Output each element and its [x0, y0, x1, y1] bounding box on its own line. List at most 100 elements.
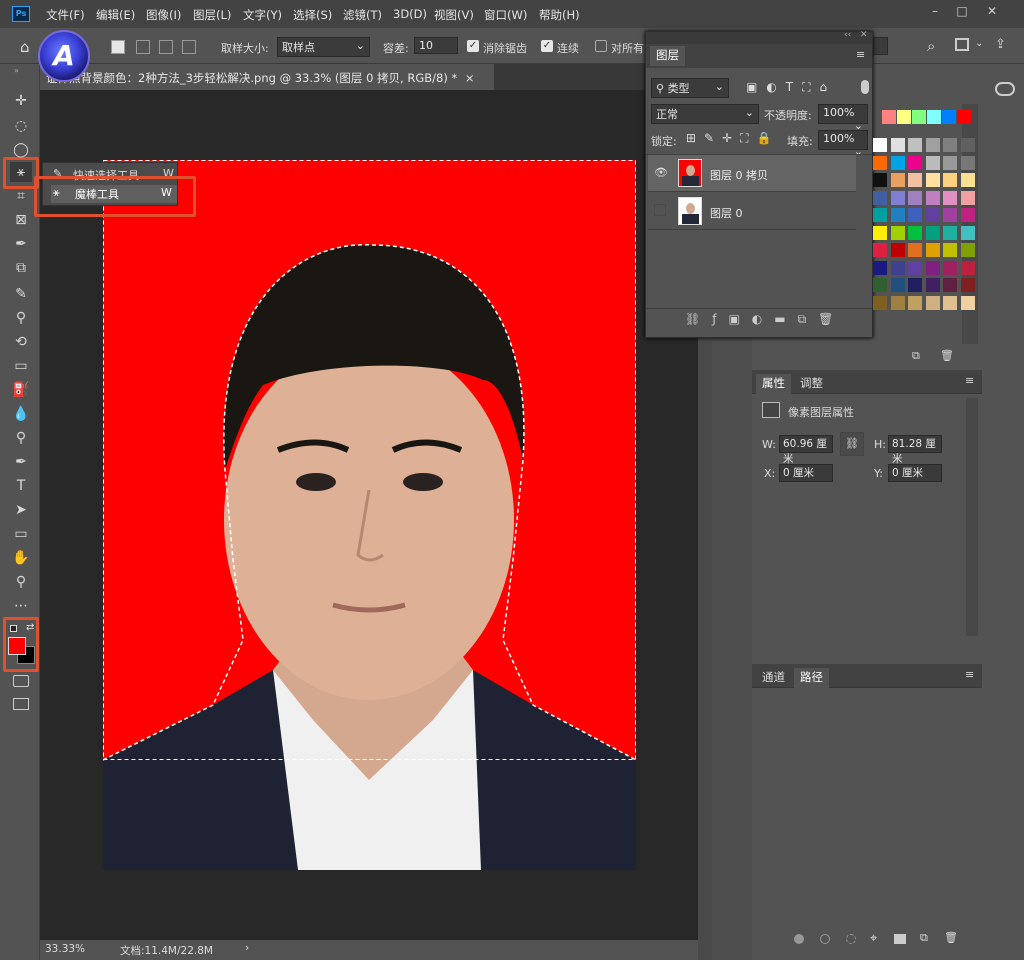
color-swatch[interactable]	[890, 138, 905, 152]
new-swatch-icon[interactable]: ⧉	[912, 349, 920, 363]
menu-item[interactable]: 选择(S)	[293, 7, 332, 23]
creative-cloud-icon[interactable]	[995, 82, 1015, 96]
load-selection-icon[interactable]	[846, 934, 856, 944]
color-swatch[interactable]	[957, 110, 971, 124]
screen-mode-icon[interactable]	[13, 698, 29, 710]
dodge-tool-icon[interactable]: ⚲	[10, 428, 32, 448]
color-swatch[interactable]	[960, 173, 975, 187]
stamp-tool-icon[interactable]: ⚲	[10, 308, 32, 328]
menu-item[interactable]: 编辑(E)	[96, 7, 135, 23]
color-swatch[interactable]	[908, 243, 922, 257]
layer-filter-select[interactable]: ⚲ 类型 ⌄	[651, 78, 729, 98]
anti-alias-checkbox[interactable]: ✓	[467, 40, 479, 52]
menu-item[interactable]: 3D(D)	[393, 7, 427, 21]
color-swatch[interactable]	[873, 243, 887, 257]
color-swatch[interactable]	[925, 278, 940, 292]
paint-bucket-icon[interactable]: ⛽	[10, 380, 32, 400]
minimize-button[interactable]: –	[925, 4, 945, 22]
color-swatch[interactable]	[960, 155, 975, 170]
blend-mode-select[interactable]: 正常 ⌄	[651, 104, 759, 124]
chevron-down-icon[interactable]: ⌄	[975, 38, 983, 49]
color-swatch[interactable]	[943, 138, 957, 152]
properties-scrollbar[interactable]	[966, 398, 978, 636]
frame-tool-icon[interactable]: ⊠	[10, 210, 32, 230]
swap-colors-icon[interactable]: ⇄	[26, 622, 34, 633]
color-swatch[interactable]	[943, 155, 957, 170]
color-swatch[interactable]	[873, 208, 887, 222]
filter-toggle[interactable]	[861, 80, 869, 94]
rectangle-tool-icon[interactable]: ▭	[10, 524, 32, 544]
add-selection-icon[interactable]	[136, 40, 150, 54]
panel-menu-icon[interactable]: ≡	[965, 668, 974, 681]
color-swatch[interactable]	[925, 243, 940, 257]
color-swatch[interactable]	[890, 225, 905, 240]
opacity-field[interactable]: 100% ⌄	[818, 104, 868, 132]
color-swatch[interactable]	[960, 208, 975, 222]
new-selection-icon[interactable]	[111, 40, 125, 54]
color-swatch[interactable]	[908, 173, 922, 187]
eraser-tool-icon[interactable]: ▭	[10, 356, 32, 376]
color-swatch[interactable]	[925, 190, 940, 205]
color-swatch[interactable]	[908, 295, 922, 310]
color-swatch[interactable]	[943, 278, 957, 292]
tolerance-input[interactable]: 10	[414, 37, 458, 54]
color-swatch[interactable]	[925, 225, 940, 240]
tab-layers[interactable]: 图层	[650, 46, 685, 66]
subtract-selection-icon[interactable]	[159, 40, 173, 54]
default-colors-icon[interactable]	[10, 625, 17, 632]
foreground-color[interactable]	[8, 637, 26, 655]
color-swatch[interactable]	[943, 190, 957, 205]
color-swatch[interactable]	[890, 173, 905, 187]
color-swatch[interactable]	[873, 295, 887, 310]
color-swatch[interactable]	[960, 225, 975, 240]
color-swatch[interactable]	[873, 173, 887, 187]
color-swatch[interactable]	[943, 173, 957, 187]
color-swatch[interactable]	[925, 155, 940, 170]
color-swatch[interactable]	[908, 138, 922, 152]
share-icon[interactable]: ⇪	[995, 37, 1006, 52]
color-swatch[interactable]	[960, 260, 975, 275]
hand-tool-icon[interactable]: ✋	[10, 548, 32, 568]
color-swatch[interactable]	[890, 278, 905, 292]
sample-size-select[interactable]: 取样点 ⌄	[277, 37, 370, 57]
menu-item[interactable]: 滤镜(T)	[343, 7, 382, 23]
tab-close-icon[interactable]: ×	[465, 71, 475, 85]
panel-menu-icon[interactable]: ≡	[856, 48, 865, 61]
tab-channels[interactable]: 通道	[756, 668, 791, 688]
link-icon[interactable]: ⛓	[840, 432, 864, 456]
color-swatch[interactable]	[912, 110, 926, 124]
layer-row[interactable]: 图层 0	[648, 193, 856, 230]
color-swatch[interactable]	[960, 295, 975, 310]
eyedropper-tool-icon[interactable]: ✒	[10, 234, 32, 254]
color-swatch[interactable]	[925, 208, 940, 222]
layers-panel-grip[interactable]: ‹‹ ✕	[646, 30, 872, 44]
menu-item[interactable]: 帮助(H)	[539, 7, 580, 23]
workspace-icon[interactable]	[955, 38, 969, 51]
color-swatch[interactable]	[960, 278, 975, 292]
tab-adjustments[interactable]: 调整	[794, 374, 829, 394]
color-swatch[interactable]	[925, 173, 940, 187]
zoom-level[interactable]: 33.33%	[45, 943, 85, 955]
fill-field[interactable]: 100% ⌄	[818, 130, 868, 158]
color-swatch[interactable]	[882, 110, 896, 124]
maximize-button[interactable]: □	[952, 4, 972, 22]
color-swatch[interactable]	[960, 138, 975, 152]
color-swatch[interactable]	[890, 190, 905, 205]
color-swatch[interactable]	[873, 260, 887, 275]
status-arrow-icon[interactable]: ›	[245, 942, 249, 954]
color-swatch[interactable]	[960, 243, 975, 257]
add-mask-icon[interactable]	[894, 934, 906, 944]
menu-item[interactable]: 视图(V)	[434, 7, 474, 23]
make-path-icon[interactable]: ⌖	[870, 931, 877, 946]
menu-item[interactable]: 图层(L)	[193, 7, 231, 23]
document-canvas[interactable]	[103, 160, 636, 870]
menu-item[interactable]: 文字(Y)	[243, 7, 282, 23]
menu-item[interactable]: 窗口(W)	[484, 7, 527, 23]
sample-all-checkbox[interactable]	[595, 40, 607, 52]
document-tab[interactable]: 证件照背景颜色：2种方法_3步轻松解决.png @ 33.3% (图层 0 拷贝…	[40, 64, 494, 90]
pen-tool-icon[interactable]: ✒	[10, 452, 32, 472]
fill-path-icon[interactable]	[794, 934, 804, 944]
tab-paths[interactable]: 路径	[794, 668, 829, 688]
color-swatch[interactable]	[873, 278, 887, 292]
swatch-trash-icon[interactable]: 🗑	[940, 349, 954, 362]
